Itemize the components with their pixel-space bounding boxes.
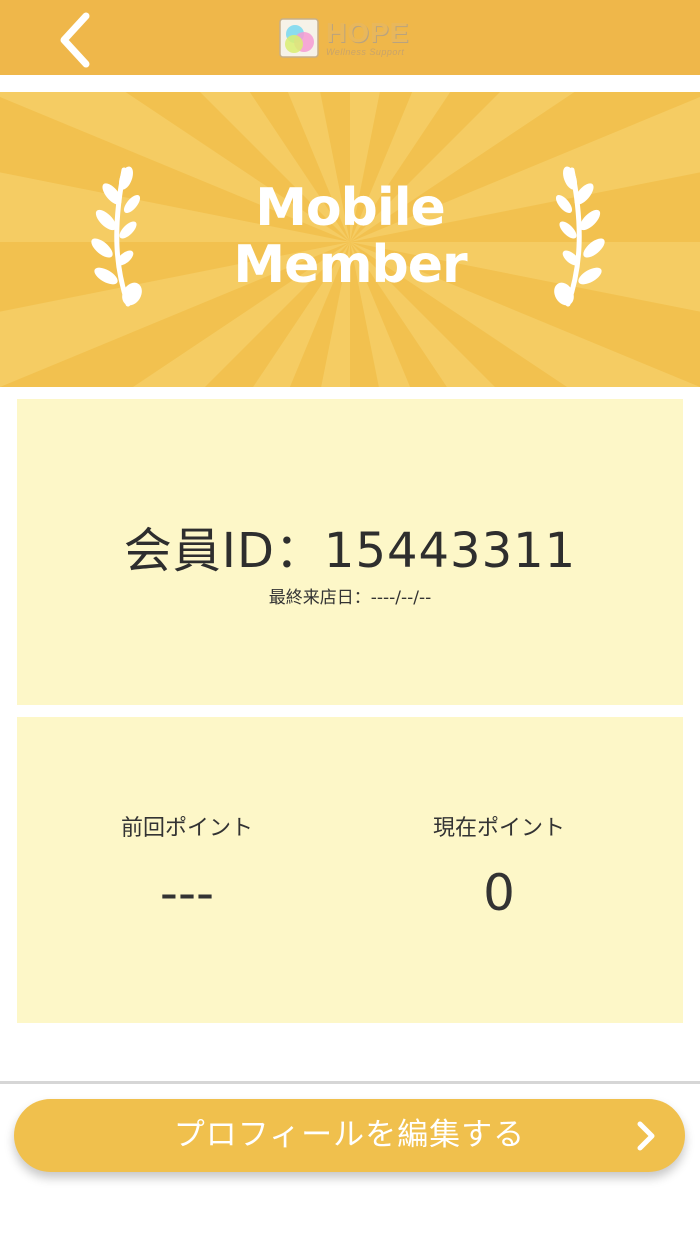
banner-title: Mobile Member <box>150 180 550 294</box>
current-points-label: 現在ポイント <box>432 816 565 841</box>
divider <box>0 1081 700 1084</box>
banner-title-line1: Mobile <box>255 178 446 238</box>
previous-points-value: --- <box>159 864 215 922</box>
app-header: HOPE Wellness Support <box>0 0 700 75</box>
member-id: 会員ID：15443311 <box>123 523 577 579</box>
logo-mark-icon <box>279 18 319 58</box>
member-banner: Mobile Member <box>0 92 700 387</box>
previous-points-label: 前回ポイント <box>120 816 253 841</box>
last-visit-date: 最終来店日：----/--/-- <box>268 588 432 608</box>
current-points: 現在ポイント 0 <box>349 813 649 923</box>
edit-profile-label: プロフィールを編集する <box>173 1117 526 1153</box>
logo-title: HOPE <box>326 17 410 48</box>
logo-subtitle: Wellness Support <box>326 47 405 57</box>
back-button[interactable] <box>40 0 110 75</box>
previous-points: 前回ポイント --- <box>37 813 337 923</box>
edit-profile-button[interactable]: プロフィールを編集する <box>14 1099 685 1172</box>
points-card: 前回ポイント --- 現在ポイント 0 <box>17 717 683 1023</box>
laurel-left-icon <box>91 166 142 307</box>
chevron-left-icon <box>60 12 90 67</box>
member-id-card: 会員ID：15443311 最終来店日：----/--/-- <box>17 399 683 705</box>
current-points-value: 0 <box>483 864 515 922</box>
hope-logo: HOPE Wellness Support <box>278 16 424 60</box>
banner-title-line2: Member <box>233 235 467 295</box>
laurel-right-icon <box>554 166 605 307</box>
chevron-right-icon <box>637 1121 655 1151</box>
